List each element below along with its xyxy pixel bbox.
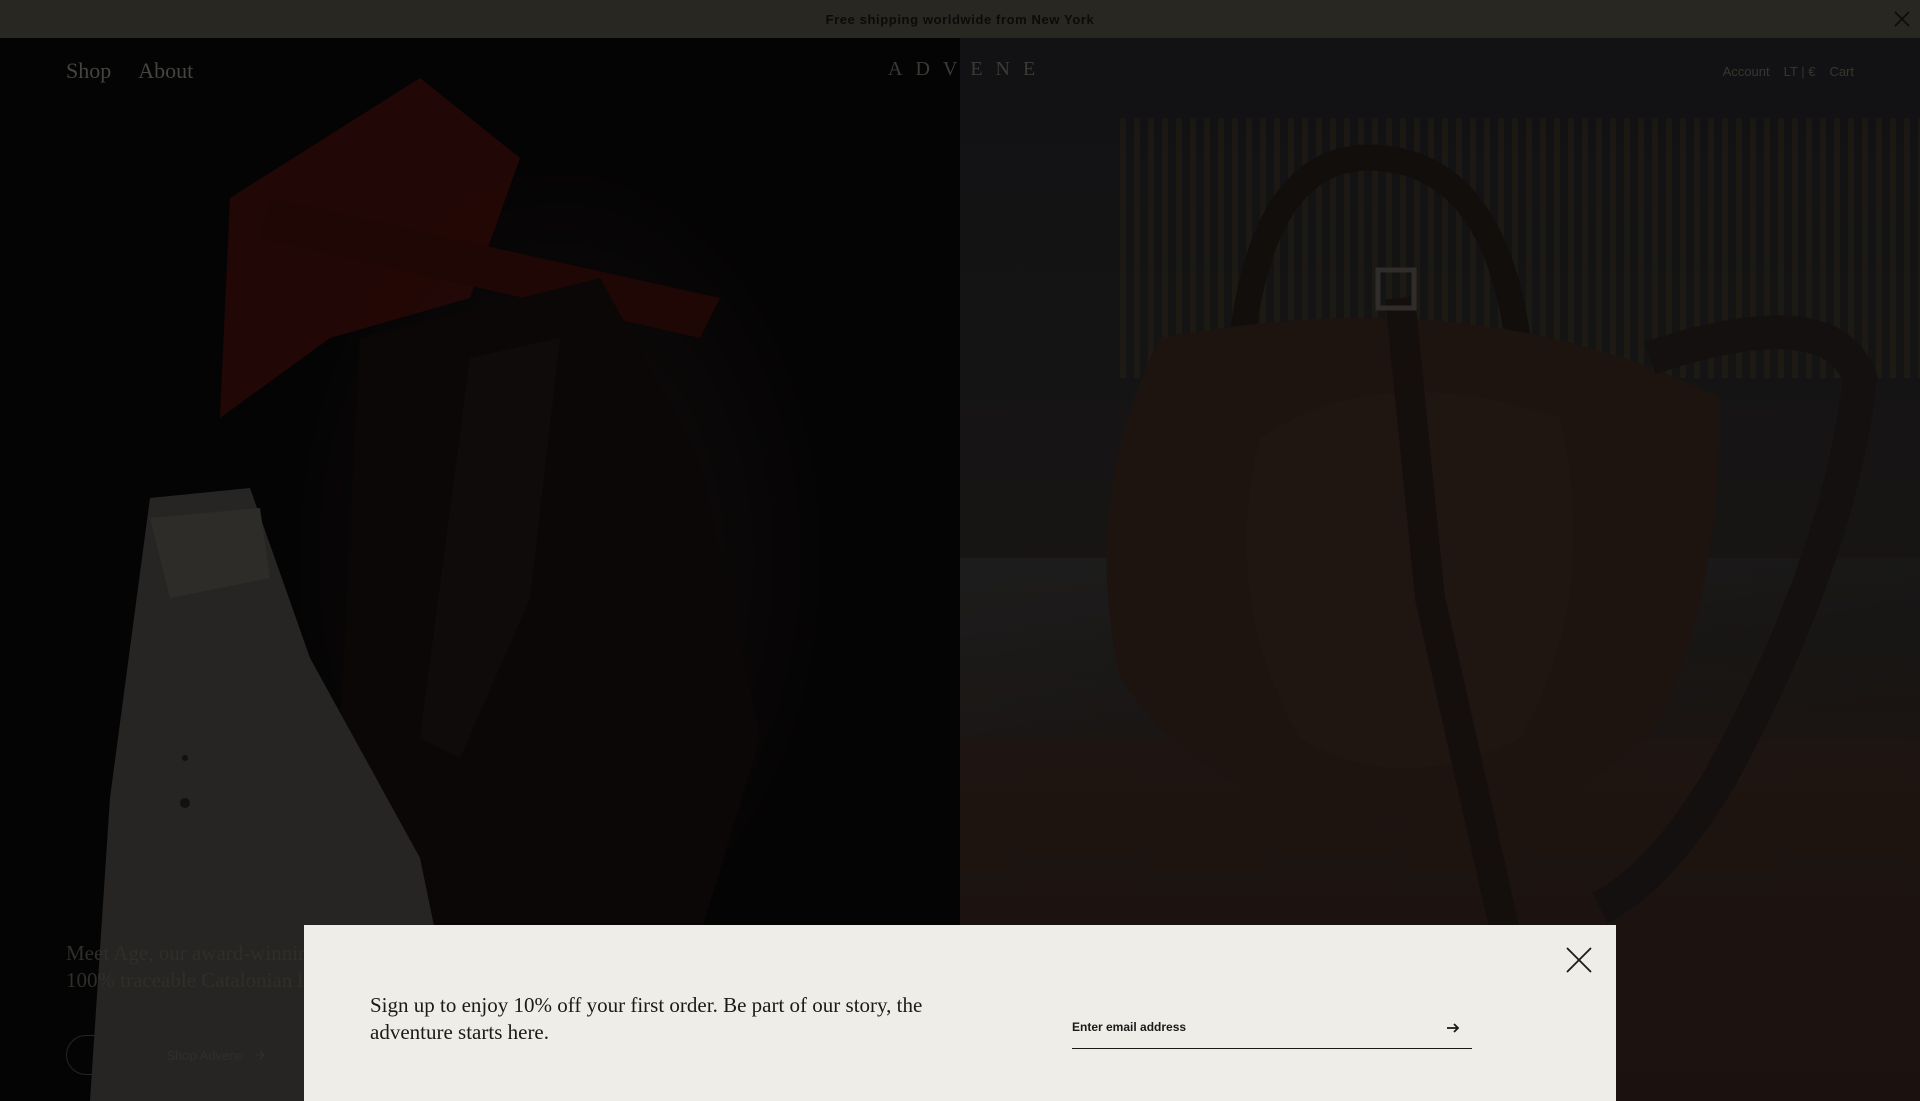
arrow-right-icon <box>1447 1023 1460 1033</box>
signup-message: Sign up to enjoy 10% off your first orde… <box>370 993 923 1044</box>
email-input[interactable] <box>1072 1007 1432 1047</box>
close-icon[interactable] <box>1564 945 1594 975</box>
email-submit-button[interactable] <box>1444 1019 1462 1037</box>
signup-modal: Sign up to enjoy 10% off your first orde… <box>304 925 1616 1101</box>
email-signup-form <box>1072 1007 1472 1049</box>
page: Free shipping worldwide from New York Me… <box>0 0 1920 1101</box>
